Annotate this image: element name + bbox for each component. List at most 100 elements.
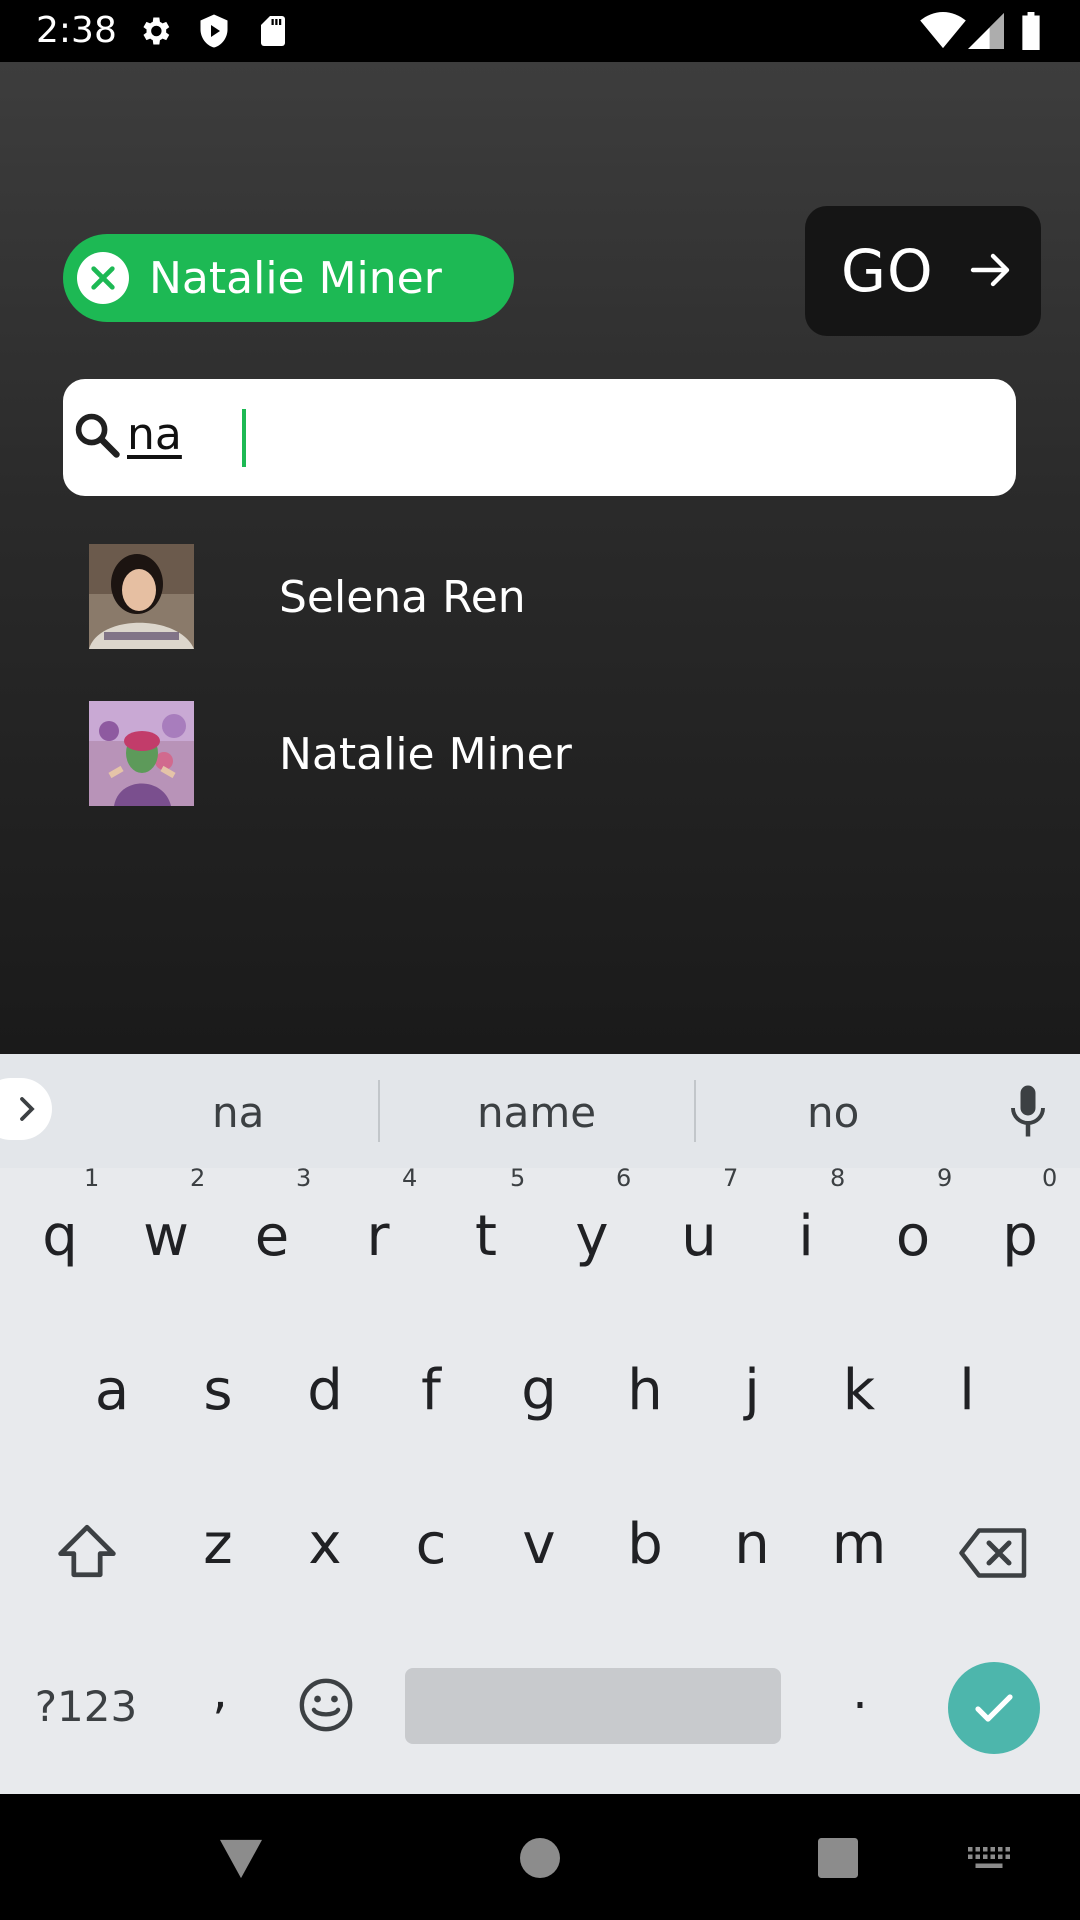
search-icon	[75, 413, 120, 458]
key-label: t	[475, 1204, 497, 1269]
result-item[interactable]: Selena Ren	[0, 544, 1080, 664]
key-hint: 6	[616, 1164, 632, 1192]
key-label: k	[842, 1358, 876, 1423]
key-a[interactable]: a	[80, 1358, 144, 1423]
key-p[interactable]: p 0	[988, 1164, 1057, 1269]
key-j[interactable]: j	[720, 1358, 784, 1423]
suggestion-divider	[694, 1080, 696, 1142]
shift-key[interactable]	[52, 1522, 122, 1584]
key-h[interactable]: h	[613, 1358, 677, 1423]
key-hint: 2	[190, 1164, 206, 1192]
status-bar: 2:38	[0, 0, 1080, 62]
comma-key[interactable]: ,	[200, 1664, 240, 1720]
suggestion-item[interactable]: no	[807, 1088, 859, 1137]
keyboard-switch-icon[interactable]	[968, 1846, 1010, 1872]
key-q[interactable]: q 1	[28, 1164, 99, 1269]
result-name: Natalie Miner	[279, 729, 572, 780]
battery-icon	[1022, 12, 1040, 50]
back-icon[interactable]	[218, 1838, 264, 1880]
key-m[interactable]: m	[827, 1512, 891, 1577]
key-w[interactable]: w 2	[134, 1164, 205, 1269]
key-label: v	[522, 1512, 556, 1577]
suggestion-bar: na name no	[0, 1054, 1080, 1168]
key-e[interactable]: e 3	[240, 1164, 312, 1269]
key-k[interactable]: k	[827, 1358, 891, 1423]
period-key[interactable]: .	[840, 1664, 880, 1720]
chevron-right-icon	[20, 1097, 35, 1121]
result-item[interactable]: Natalie Miner	[0, 701, 1080, 821]
key-v[interactable]: v	[507, 1512, 571, 1577]
key-hint: 9	[937, 1164, 953, 1192]
key-label: a	[94, 1358, 130, 1423]
key-label: x	[308, 1512, 342, 1577]
shield-play-icon	[200, 14, 228, 48]
key-c[interactable]: c	[399, 1512, 463, 1577]
key-hint: 0	[1042, 1164, 1058, 1192]
key-label: w	[143, 1204, 189, 1269]
key-hint: 4	[402, 1164, 418, 1192]
key-hint: 7	[723, 1164, 739, 1192]
shift-icon	[58, 1524, 116, 1578]
key-label: r	[366, 1204, 390, 1269]
suggestion-divider	[378, 1080, 380, 1142]
key-hint: 5	[510, 1164, 526, 1192]
key-y[interactable]: y 6	[560, 1164, 631, 1269]
symbols-key[interactable]: ?123	[26, 1682, 146, 1731]
navigation-bar	[0, 1794, 1080, 1920]
key-i[interactable]: i 8	[774, 1164, 845, 1269]
key-label: b	[627, 1512, 663, 1577]
sd-card-icon	[261, 16, 285, 46]
status-time: 2:38	[36, 10, 117, 51]
enter-key[interactable]	[948, 1662, 1040, 1754]
key-f[interactable]: f	[399, 1358, 463, 1423]
microphone-icon[interactable]	[1010, 1084, 1046, 1138]
key-label: y	[575, 1204, 609, 1269]
key-u[interactable]: u 7	[667, 1164, 738, 1269]
key-n[interactable]: n	[720, 1512, 784, 1577]
go-button-label: GO	[841, 237, 934, 305]
key-d[interactable]: d	[293, 1358, 357, 1423]
backspace-key[interactable]	[958, 1528, 1030, 1582]
backspace-icon	[959, 1528, 1027, 1578]
key-label: d	[307, 1358, 343, 1423]
emoji-key[interactable]	[296, 1676, 356, 1738]
go-button[interactable]: GO	[805, 206, 1041, 336]
key-label: l	[959, 1358, 975, 1423]
key-hint: 3	[296, 1164, 312, 1192]
space-bar[interactable]	[405, 1668, 781, 1744]
key-label: f	[421, 1358, 441, 1423]
key-x[interactable]: x	[293, 1512, 357, 1577]
remove-chip-button[interactable]	[77, 252, 129, 304]
search-input-value: na	[127, 409, 182, 460]
chip-label: Natalie Miner	[149, 252, 442, 304]
suggestion-item[interactable]: name	[477, 1088, 596, 1137]
recents-icon[interactable]	[818, 1838, 858, 1878]
wifi-icon	[920, 12, 966, 49]
key-label: e	[254, 1204, 290, 1269]
key-label: u	[681, 1204, 717, 1269]
key-hint: 1	[84, 1164, 100, 1192]
soft-keyboard: na name no q 1 w 2 e 3 r 4 t 5 y 6 u 7 i…	[0, 1054, 1080, 1794]
key-label: m	[831, 1512, 887, 1577]
key-t[interactable]: t 5	[454, 1164, 525, 1269]
app-content: Natalie Miner GO na Selena Ren Natalie M…	[0, 62, 1080, 1054]
avatar	[89, 544, 194, 649]
key-l[interactable]: l	[935, 1358, 999, 1423]
home-icon[interactable]	[520, 1838, 560, 1878]
search-input[interactable]: na	[63, 379, 1016, 496]
arrow-right-icon	[970, 253, 1010, 287]
key-b[interactable]: b	[613, 1512, 677, 1577]
key-label: s	[203, 1358, 233, 1423]
key-label: g	[521, 1358, 557, 1423]
key-z[interactable]: z	[186, 1512, 250, 1577]
key-o[interactable]: o 9	[881, 1164, 952, 1269]
key-label: h	[627, 1358, 663, 1423]
emoji-icon	[299, 1678, 353, 1732]
expand-toolbar-button[interactable]	[0, 1078, 52, 1140]
key-g[interactable]: g	[507, 1358, 571, 1423]
suggestion-item[interactable]: na	[212, 1088, 264, 1137]
signal-icon	[968, 13, 1004, 49]
key-r[interactable]: r 4	[346, 1164, 417, 1269]
selected-contact-chip[interactable]: Natalie Miner	[63, 234, 514, 322]
key-s[interactable]: s	[186, 1358, 250, 1423]
